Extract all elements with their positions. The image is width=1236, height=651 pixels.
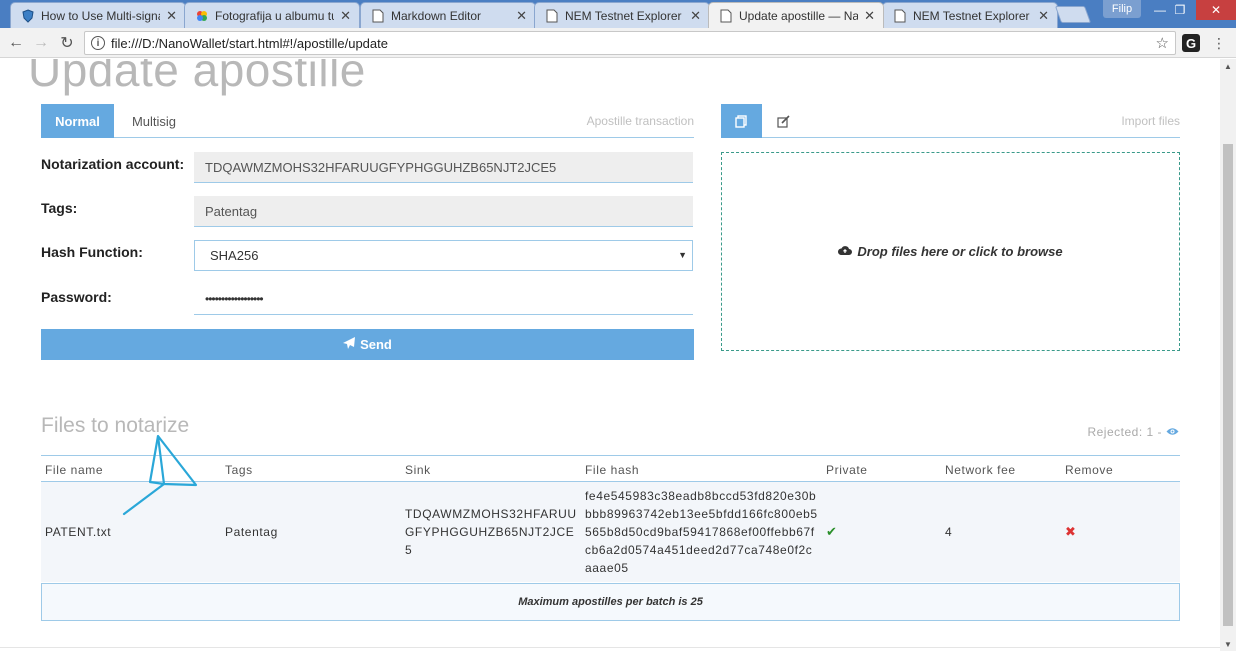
file-dropzone[interactable]: Drop files here or click to browse <box>721 152 1180 351</box>
scrollbar-thumb[interactable] <box>1223 144 1233 626</box>
cell-tags: Patentag <box>225 525 278 539</box>
restore-icon[interactable]: ❐ <box>1166 0 1194 20</box>
cell-file-hash: fe4e545983c38eadb8bccd53fd820e30bbbb8996… <box>585 489 818 575</box>
rejected-counter[interactable]: Rejected: 1 - <box>1087 425 1179 439</box>
close-tab-icon[interactable]: ✕ <box>340 8 351 24</box>
page-icon <box>371 9 385 23</box>
account-label: Notarization account: <box>41 156 185 172</box>
remove-icon[interactable]: ✖ <box>1065 523 1077 541</box>
header-network-fee: Network fee <box>945 463 1016 477</box>
header-tags: Tags <box>225 463 253 477</box>
reload-icon[interactable]: ↻ <box>56 32 78 54</box>
forward-arrow-icon[interactable]: → <box>30 32 52 54</box>
cloud-upload-icon <box>838 245 853 259</box>
mode-tabs: Normal Multisig Apostille transaction <box>41 104 694 138</box>
header-file-hash: File hash <box>585 463 640 477</box>
scroll-down-icon[interactable]: ▼ <box>1220 637 1236 651</box>
bookmark-star-icon[interactable]: ☆ <box>1156 34 1169 52</box>
import-files-hint: Import files <box>1121 114 1180 128</box>
browser-tab[interactable]: NEM Testnet Explorer v3 ✕ <box>882 2 1058 28</box>
password-label: Password: <box>41 289 112 305</box>
hash-function-select[interactable]: SHA256 ▼ <box>194 240 693 271</box>
send-button[interactable]: Send <box>41 329 694 360</box>
browser-tab[interactable]: How to Use Multi-signat ✕ <box>10 2 186 28</box>
tab-label: Fotografija u albumu tut <box>215 8 335 23</box>
page-icon <box>719 9 733 23</box>
tab-label: Update apostille — Nanc <box>739 8 859 23</box>
edit-icon[interactable] <box>763 104 804 138</box>
close-tab-icon[interactable]: ✕ <box>690 8 701 24</box>
page-viewport: Update apostille Normal Multisig Apostil… <box>0 59 1220 651</box>
close-tab-icon[interactable]: ✕ <box>516 8 527 24</box>
browser-tab-active[interactable]: Update apostille — Nanc ✕ <box>708 2 884 28</box>
hash-function-label: Hash Function: <box>41 244 143 260</box>
shield-icon <box>21 8 35 23</box>
url-text: file:///D:/NanoWallet/start.html#!/apost… <box>111 35 388 51</box>
divider <box>0 647 1220 648</box>
close-tab-icon[interactable]: ✕ <box>1038 8 1049 24</box>
tags-label: Tags: <box>41 200 78 216</box>
address-bar[interactable]: i file:///D:/NanoWallet/start.html#!/apo… <box>84 31 1176 55</box>
menu-dots-icon[interactable]: ⋮ <box>1212 33 1226 53</box>
dropzone-text: Drop files here or click to browse <box>857 244 1063 259</box>
paper-plane-icon <box>343 337 356 352</box>
browser-tab[interactable]: Fotografija u albumu tut ✕ <box>184 2 360 28</box>
annotation-arrow-icon <box>122 434 198 516</box>
close-tab-icon[interactable]: ✕ <box>166 8 177 24</box>
window-close-icon[interactable]: ✕ <box>1196 0 1236 20</box>
page-icon <box>545 9 559 23</box>
eye-icon[interactable] <box>1166 425 1179 439</box>
account-field: TDQAWMZMOHS32HFARUUGFYPHGGUHZB65NJT2JCE5 <box>194 152 693 183</box>
send-label: Send <box>360 337 392 352</box>
browser-toolbar: ← → ↻ i file:///D:/NanoWallet/start.html… <box>0 28 1236 58</box>
tab-label: NEM Testnet Explorer v3 <box>565 8 684 23</box>
browser-tab[interactable]: Markdown Editor ✕ <box>360 2 536 28</box>
cell-network-fee: 4 <box>945 525 953 539</box>
photos-icon <box>195 9 209 23</box>
header-file-name: File name <box>45 463 104 477</box>
cell-sink: TDQAWMZMOHS32HFARUUGFYPHGGUHZB65NJT2JCE5 <box>405 507 577 557</box>
tab-label: Markdown Editor <box>391 8 482 23</box>
header-remove: Remove <box>1065 463 1114 477</box>
scroll-up-icon[interactable]: ▲ <box>1220 59 1236 73</box>
close-tab-icon[interactable]: ✕ <box>864 8 875 24</box>
rejected-label: Rejected: 1 - <box>1087 425 1162 439</box>
tags-field: Patentag <box>194 196 693 227</box>
batch-limit-note: Maximum apostilles per batch is 25 <box>41 583 1180 621</box>
apostille-transaction-hint: Apostille transaction <box>586 114 694 128</box>
header-sink: Sink <box>405 463 431 477</box>
page-scrollbar[interactable]: ▲ ▼ <box>1220 59 1236 651</box>
profile-button[interactable]: Filip <box>1103 0 1141 18</box>
extension-icon[interactable]: G <box>1182 34 1200 52</box>
tab-label: How to Use Multi-signat <box>41 8 161 23</box>
cell-file-name: PATENT.txt <box>45 525 112 539</box>
tab-multisig[interactable]: Multisig <box>119 104 189 138</box>
files-copy-icon[interactable] <box>721 104 762 138</box>
info-icon[interactable]: i <box>91 36 105 50</box>
browser-tab[interactable]: NEM Testnet Explorer v3 ✕ <box>534 2 710 28</box>
new-tab-button[interactable] <box>1054 6 1092 23</box>
chevron-down-icon: ▼ <box>678 250 687 260</box>
header-private: Private <box>826 463 868 477</box>
back-arrow-icon[interactable]: ← <box>5 32 27 54</box>
table-row: PATENT.txt Patentag TDQAWMZMOHS32HFARUUG… <box>41 482 1180 582</box>
browser-tab-strip: How to Use Multi-signat ✕ Fotografija u … <box>0 0 1236 28</box>
import-tabs: Import files <box>721 104 1180 138</box>
hash-function-value: SHA256 <box>210 248 259 263</box>
tab-label: NEM Testnet Explorer v3 <box>913 8 1032 23</box>
table-header: File name Tags Sink File hash Private Ne… <box>41 455 1180 482</box>
page-title: Update apostille <box>28 59 366 96</box>
password-field[interactable]: •••••••••••••••••• <box>194 284 693 315</box>
page-icon <box>893 9 907 23</box>
tab-normal[interactable]: Normal <box>41 104 114 138</box>
checkmark-icon: ✔ <box>826 524 838 539</box>
files-table: File name Tags Sink File hash Private Ne… <box>41 455 1180 582</box>
